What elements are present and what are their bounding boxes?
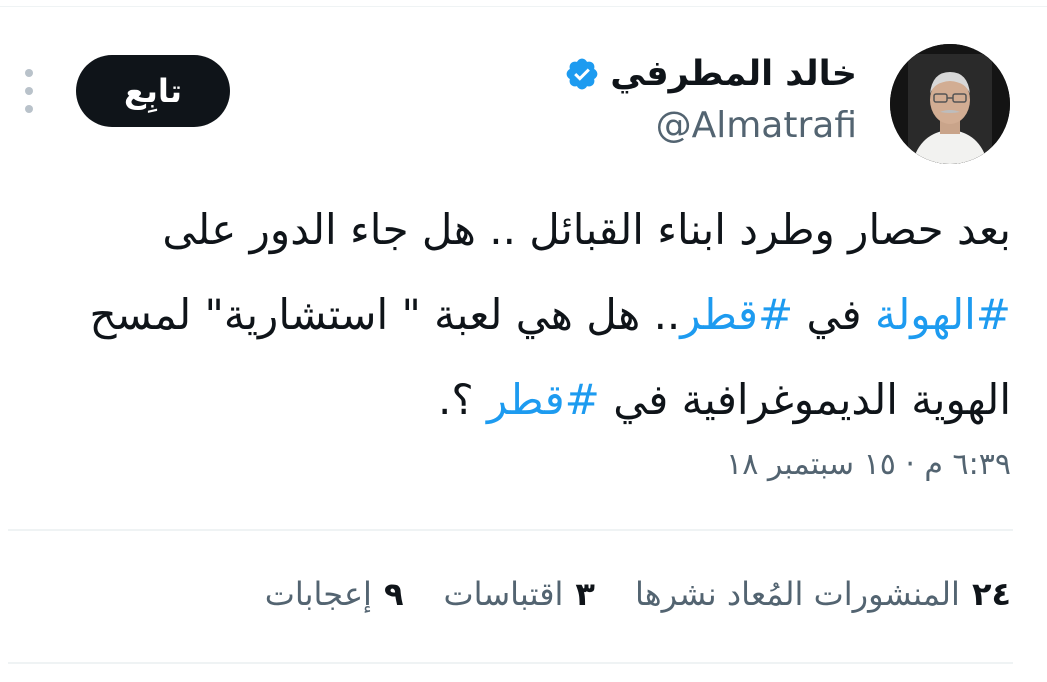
retweets-label: المنشورات المُعاد نشرها [634, 575, 960, 613]
text-segment: في [793, 290, 875, 339]
tweet-text: بعد حصار وطرد ابناء القبائل .. هل جاء ال… [36, 187, 1011, 442]
hashtag-link[interactable]: #قطر [487, 375, 600, 424]
avatar[interactable] [890, 44, 1010, 164]
ellipsis-dot [25, 105, 33, 113]
verified-badge-icon [564, 56, 600, 92]
user-handle[interactable]: @Almatrafi [564, 105, 857, 146]
display-name[interactable]: خالد المطرفي [610, 54, 857, 94]
quotes-stat[interactable]: ٣ اقتباسات [443, 575, 594, 613]
hashtag-link[interactable]: #الهولة [875, 290, 1011, 339]
name-row: خالد المطرفي [564, 49, 857, 99]
divider [8, 662, 1013, 664]
engagement-stats: ٢٤ المنشورات المُعاد نشرها ٣ اقتباسات ٩ … [265, 575, 1011, 613]
retweets-stat[interactable]: ٢٤ المنشورات المُعاد نشرها [635, 575, 1011, 613]
divider [8, 529, 1013, 531]
quotes-count: ٣ [575, 575, 595, 613]
ellipsis-dot [25, 69, 33, 77]
likes-stat[interactable]: ٩ إعجابات [265, 575, 404, 613]
follow-button[interactable]: تابِع [76, 55, 230, 127]
vertical-ellipsis-icon[interactable] [18, 69, 40, 113]
quotes-label: اقتباسات [443, 575, 564, 613]
text-segment: بعد حصار وطرد ابناء القبائل .. هل جاء ال… [162, 205, 1011, 254]
tweet-timestamp[interactable]: ٦:٣٩ م · ١٥ سبتمبر ١٨ [726, 447, 1011, 482]
likes-count: ٩ [383, 575, 404, 613]
avatar-photo [890, 44, 1010, 164]
retweets-count: ٢٤ [971, 575, 1011, 613]
tweet-card: خالد المطرفي @Almatrafi تابِع بعد حصار و… [0, 7, 1047, 682]
ellipsis-dot [25, 87, 33, 95]
text-segment: ؟. [437, 375, 487, 424]
hashtag-link[interactable]: #قطر [680, 290, 793, 339]
author-info: خالد المطرفي @Almatrafi [564, 49, 857, 146]
likes-label: إعجابات [264, 575, 372, 613]
